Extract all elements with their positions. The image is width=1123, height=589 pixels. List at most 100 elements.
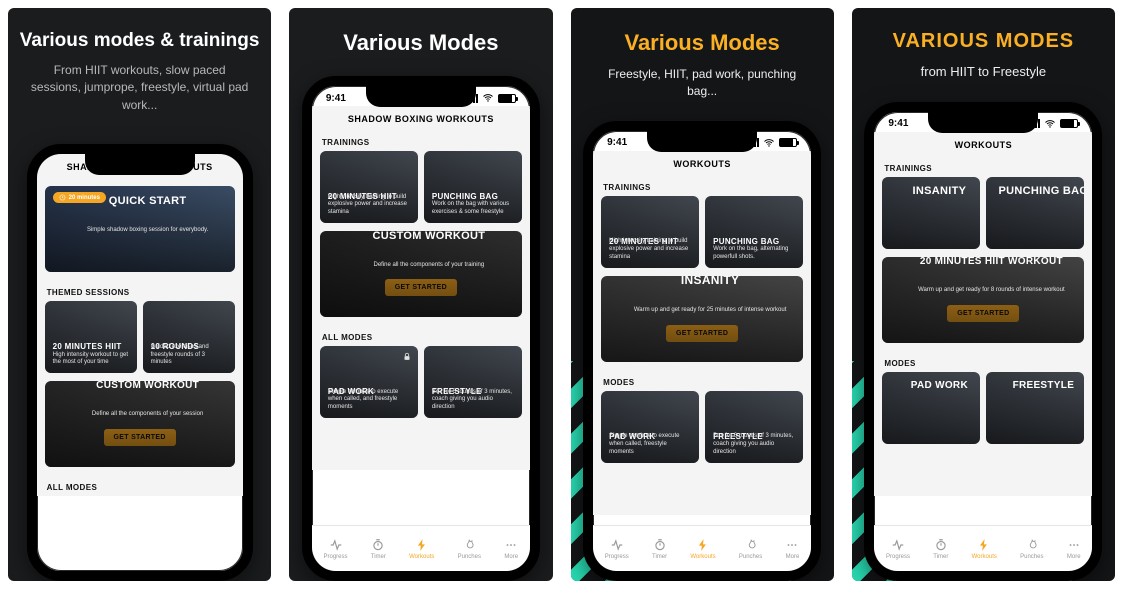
card-desc: Warm up and get ready for 25 minutes of … — [634, 307, 787, 315]
card-title: CUSTOM WORKOUT — [96, 381, 199, 391]
training-card-bag[interactable]: PUNCHING BAG Work on the bag with variou… — [424, 151, 522, 223]
mode-card-padwork[interactable]: PAD WORK Simple combos to execute when c… — [320, 346, 418, 418]
section-label: THEMED SESSIONS — [37, 280, 243, 301]
phone-notch — [928, 111, 1038, 133]
training-card-insanity[interactable]: INSANITY — [882, 177, 980, 249]
training-card-rounds[interactable]: 10 ROUNDS Guided exercises and freestyle… — [143, 301, 235, 373]
section-label: TRAININGS — [312, 130, 530, 151]
slide-headline: Various Modes — [624, 30, 779, 56]
tab-more[interactable]: More — [504, 538, 518, 560]
card-desc: Work on the bag, alternating powerfull s… — [713, 246, 795, 262]
app-title: WORKOUTS — [593, 151, 811, 175]
store-slide-2: Various Modes 9:41 SHADOW BOXING WORKOUT… — [289, 8, 552, 581]
tab-more[interactable]: More — [785, 538, 799, 560]
tab-progress[interactable]: Progress — [605, 538, 629, 560]
card-title: PUNCHING BAG — [432, 192, 514, 201]
tab-punches[interactable]: Punches — [739, 538, 762, 560]
timer-icon — [371, 538, 385, 552]
training-card-hiit[interactable]: 20 MINUTES HIIT High intensity workout t… — [45, 301, 137, 373]
bolt-icon — [415, 538, 429, 552]
card-title: 20 MINUTES HIIT WORKOUT — [920, 257, 1063, 267]
training-card-hiit[interactable]: 20 MINUTES HIIT High intensity training … — [601, 196, 699, 268]
featured-insanity-card[interactable]: INSANITY Warm up and get ready for 25 mi… — [601, 276, 803, 362]
activity-icon — [891, 538, 905, 552]
more-icon — [504, 538, 518, 552]
slide-subhead: From HIIT workouts, slow paced sessions,… — [18, 62, 261, 114]
phone-notch — [647, 130, 757, 152]
tab-workouts[interactable]: Workouts — [972, 538, 997, 560]
status-time: 9:41 — [607, 137, 627, 148]
training-card-bag[interactable]: PUNCHING BAG Work on the bag, alternatin… — [705, 196, 803, 268]
mode-card-freestyle[interactable]: FREESTYLE Box for 6 rounds of 3 minutes,… — [424, 346, 522, 418]
card-title: 20 MINUTES HIIT — [53, 342, 129, 351]
tab-progress[interactable]: Progress — [324, 538, 348, 560]
quick-start-card[interactable]: 20 minutes QUICK START Simple shadow box… — [45, 186, 235, 272]
section-label: ALL MODES — [312, 325, 530, 346]
tab-bar: Progress Timer Workouts Punches More — [312, 525, 530, 571]
wifi-icon — [482, 92, 494, 104]
section-label: TRAININGS — [593, 175, 811, 196]
training-card-bag[interactable]: PUNCHING BAG — [986, 177, 1084, 249]
card-title: INSANITY — [913, 185, 967, 197]
wifi-icon — [763, 137, 775, 149]
tab-bar: Progress Timer Workouts Punches More — [874, 525, 1092, 571]
card-desc: Simple combos to execute when called, an… — [328, 389, 410, 412]
tab-more[interactable]: More — [1067, 538, 1081, 560]
mode-card-padwork[interactable]: PAD WORK — [882, 372, 980, 444]
battery-icon — [779, 138, 797, 147]
training-card-hiit[interactable]: 20 MINUTES HIIT High intensity training … — [320, 151, 418, 223]
card-title: CUSTOM WORKOUT — [372, 231, 485, 242]
slide-subhead: Freestyle, HIIT, pad work, punching bag.… — [581, 66, 824, 101]
bolt-icon — [696, 538, 710, 552]
section-label: MODES — [874, 351, 1092, 372]
card-title: PUNCHING BAG — [713, 237, 795, 246]
flame-icon — [1025, 538, 1039, 552]
card-desc: High intensity training to build explosi… — [328, 194, 410, 217]
card-desc: Guided exercises and freestyle rounds of… — [151, 344, 227, 367]
flame-icon — [462, 538, 476, 552]
mode-card-padwork[interactable]: PAD WORK Simple combos to execute when c… — [601, 391, 699, 463]
app-title: SHADOW BOXING WORKOUTS — [312, 106, 530, 130]
slide-headline: Various Modes — [343, 30, 498, 56]
duration-badge: 20 minutes — [53, 192, 106, 203]
phone-mock: 9:41 WORKOUTS TRAININGS INSANITY PUNCHIN… — [864, 102, 1102, 581]
flame-icon — [744, 538, 758, 552]
app-title: WORKOUTS — [874, 132, 1092, 156]
card-desc: High intensity workout to get the most o… — [53, 352, 129, 368]
slide-headline: VARIOUS MODES — [893, 30, 1075, 53]
custom-workout-card[interactable]: CUSTOM WORKOUT Define all the components… — [320, 231, 522, 317]
tab-timer[interactable]: Timer — [371, 538, 386, 560]
card-desc: Define all the components of your traini… — [374, 262, 485, 270]
more-icon — [785, 538, 799, 552]
section-label: TRAININGS — [874, 156, 1092, 177]
phone-notch — [85, 153, 195, 175]
more-icon — [1067, 538, 1081, 552]
tab-workouts[interactable]: Workouts — [690, 538, 715, 560]
lock-icon — [402, 352, 412, 362]
mode-card-freestyle[interactable]: FREESTYLE — [986, 372, 1084, 444]
clock-icon — [59, 194, 66, 201]
status-time: 9:41 — [326, 93, 346, 104]
tab-timer[interactable]: Timer — [933, 538, 948, 560]
phone-mock: SHADOW BOXING WORKOUTS 20 minutes QUICK … — [27, 144, 253, 581]
phone-mock: 9:41 WORKOUTS TRAININGS 20 MINUTES HIIT … — [583, 121, 821, 581]
store-slide-4: VARIOUS MODES from HIIT to Freestyle 9:4… — [852, 8, 1115, 581]
phone-mock: 9:41 SHADOW BOXING WORKOUTS TRAININGS 20… — [302, 76, 540, 581]
custom-workout-card[interactable]: CUSTOM WORKOUT Define all the components… — [45, 381, 235, 467]
tab-punches[interactable]: Punches — [458, 538, 481, 560]
activity-icon — [610, 538, 624, 552]
battery-icon — [1060, 119, 1078, 128]
wifi-icon — [1044, 118, 1056, 130]
slide-headline: Various modes & trainings — [20, 30, 260, 52]
mode-card-freestyle[interactable]: FREESTYLE Box for 6 rounds of 3 minutes,… — [705, 391, 803, 463]
status-time: 9:41 — [888, 118, 908, 129]
tab-progress[interactable]: Progress — [886, 538, 910, 560]
card-desc: High intensity training to build explosi… — [609, 238, 691, 261]
battery-icon — [498, 94, 516, 103]
tab-timer[interactable]: Timer — [652, 538, 667, 560]
tab-punches[interactable]: Punches — [1020, 538, 1043, 560]
featured-hiit-card[interactable]: 20 MINUTES HIIT WORKOUT Warm up and get … — [882, 257, 1084, 343]
card-title: PUNCHING BAG — [998, 185, 1084, 197]
card-desc: Work on the bag with various exercises &… — [432, 201, 514, 217]
tab-workouts[interactable]: Workouts — [409, 538, 434, 560]
